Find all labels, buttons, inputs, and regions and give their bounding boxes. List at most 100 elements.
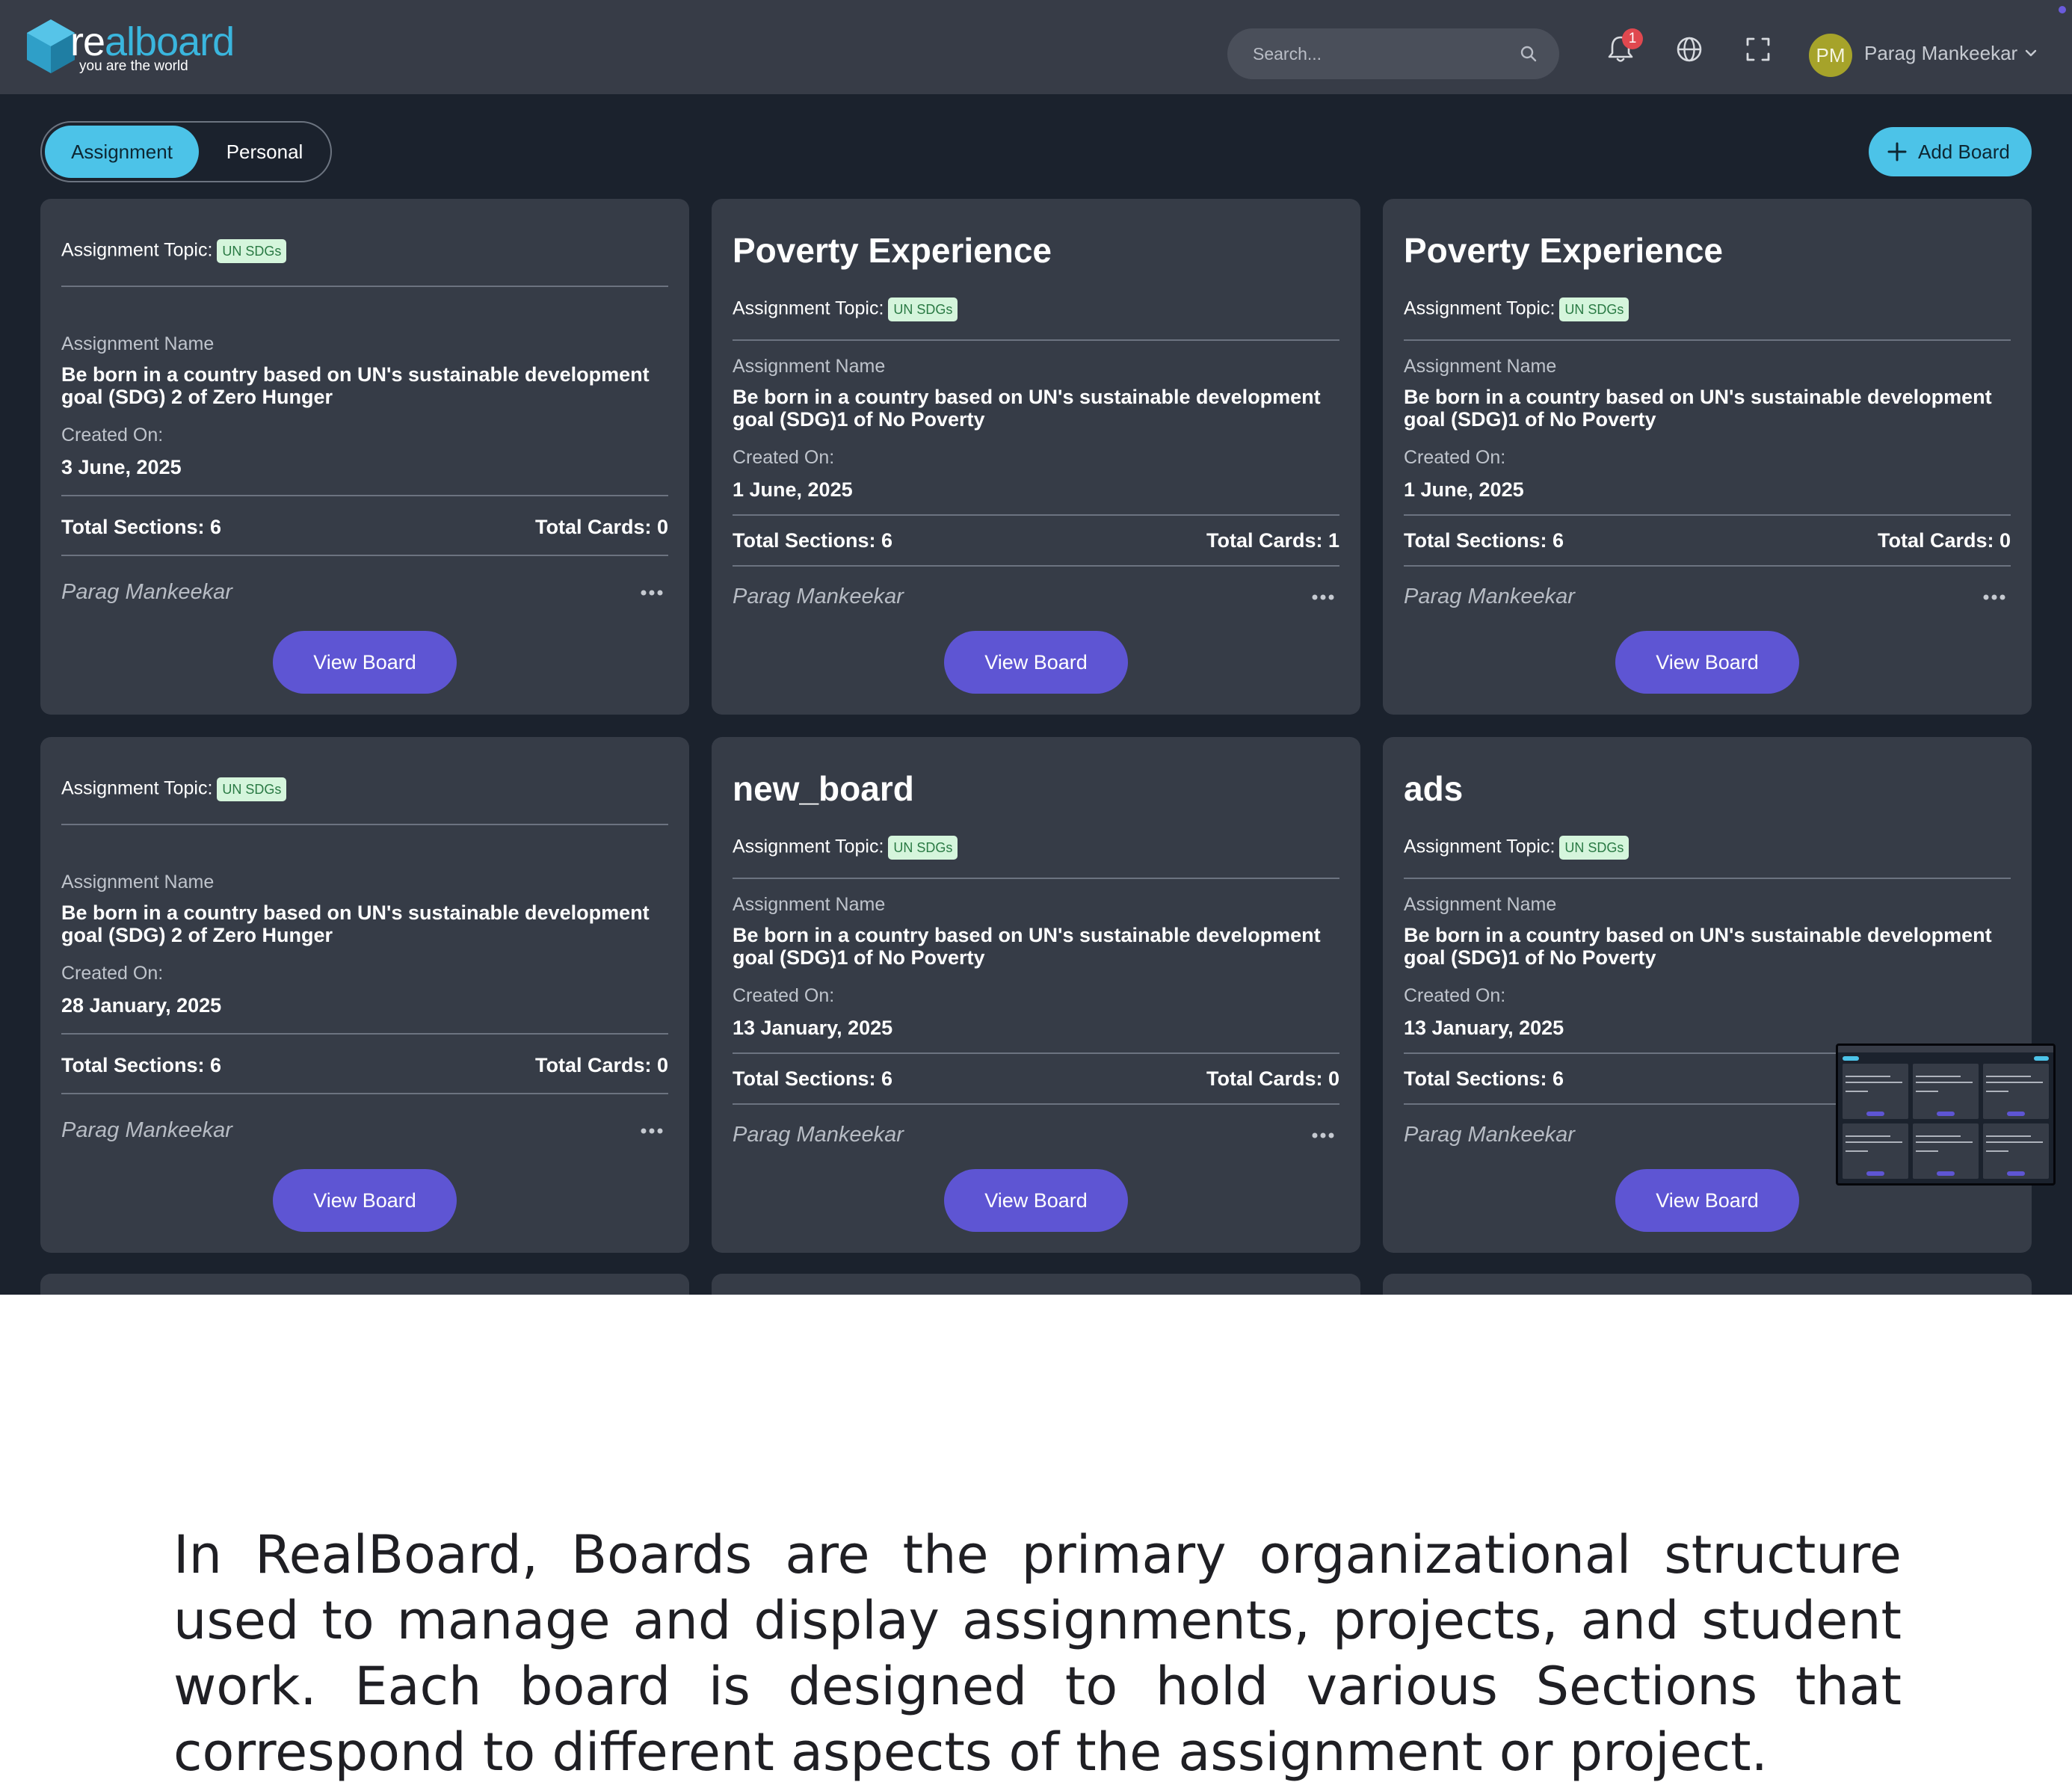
board-card[interactable]: new_board Assignment Topic: UN SDGs Assignm… [712, 737, 1360, 1253]
description-caption: In RealBoard, Boards are the primary org… [173, 1524, 1902, 1783]
board-title: Poverty Experience [733, 231, 1052, 270]
topic-badge: UN SDGs [1559, 836, 1629, 860]
divider [1404, 339, 2011, 341]
globe-icon[interactable] [1673, 33, 1706, 66]
topic-badge: UN SDGs [888, 836, 958, 860]
divider [733, 514, 1339, 516]
topic-badge: UN SDGs [217, 239, 287, 263]
user-name[interactable]: Parag Mankeekar [1864, 42, 2017, 65]
created-on-date: 13 January, 2025 [733, 1017, 893, 1039]
created-on-date: 28 January, 2025 [61, 994, 222, 1017]
board-card[interactable]: Assignment Topic: UN SDGs Assignment Name B… [40, 199, 689, 715]
notification-badge: 1 [1622, 28, 1643, 49]
total-cards: Total Cards: 0 [1206, 1067, 1339, 1090]
add-board-button[interactable]: Add Board [1869, 127, 2032, 176]
created-on-date: 1 June, 2025 [733, 478, 853, 501]
divider [1404, 878, 2011, 879]
assignment-name: Be born in a country based on UN's susta… [733, 386, 1321, 431]
board-owner: Parag Mankeekar [1404, 1123, 1575, 1147]
chevron-down-icon[interactable] [2024, 48, 2038, 58]
assignment-topic-row: Assignment Topic: UN SDGs [61, 239, 287, 263]
board-type-toggle: Assignment Personal [40, 121, 332, 182]
more-options-icon[interactable] [1982, 594, 2006, 601]
assignment-name: Be born in a country based on UN's susta… [733, 924, 1321, 969]
created-on-date: 13 January, 2025 [1404, 1017, 1564, 1039]
assignment-name: Be born in a country based on UN's susta… [61, 901, 650, 946]
search-input[interactable] [1253, 28, 1507, 79]
user-avatar[interactable]: PM [1809, 34, 1852, 77]
created-on-date: 1 June, 2025 [1404, 478, 1524, 501]
total-sections: Total Sections: 6 [1404, 1067, 1564, 1090]
board-card-partial[interactable] [40, 1274, 689, 1295]
divider [1404, 514, 2011, 516]
more-options-icon[interactable] [1311, 594, 1335, 601]
assignment-name-label: Assignment Name [733, 356, 886, 377]
board-owner: Parag Mankeekar [733, 585, 904, 608]
created-on-label: Created On: [1404, 447, 1506, 468]
assignment-name-label: Assignment Name [1404, 356, 1557, 377]
topic-badge: UN SDGs [217, 777, 287, 801]
assignment-topic-label: Assignment Topic: [1404, 298, 1555, 319]
topic-badge: UN SDGs [1559, 298, 1629, 321]
view-board-button[interactable]: View Board [1615, 631, 1799, 694]
board-card-partial[interactable] [1383, 1274, 2032, 1295]
realboard-logo[interactable]: realboard you are the world [24, 18, 235, 78]
more-options-icon[interactable] [640, 1127, 664, 1135]
more-options-icon[interactable] [1311, 1132, 1335, 1139]
divider [61, 1033, 668, 1035]
board-card-partial[interactable] [712, 1274, 1360, 1295]
divider [733, 878, 1339, 879]
total-sections: Total Sections: 6 [61, 1054, 222, 1076]
created-on-label: Created On: [61, 425, 164, 446]
total-sections: Total Sections: 6 [733, 529, 893, 552]
total-cards: Total Cards: 0 [534, 516, 668, 538]
board-card[interactable]: Poverty Experience Assignment Topic: UN SD… [1383, 199, 2032, 715]
view-board-button[interactable]: View Board [1615, 1169, 1799, 1232]
more-options-icon[interactable] [640, 589, 664, 596]
board-owner: Parag Mankeekar [733, 1123, 904, 1147]
created-on-date: 3 June, 2025 [61, 456, 182, 478]
app-window: realboard you are the world 1 PM Parag M… [0, 0, 2072, 1295]
tab-assignment[interactable]: Assignment [45, 126, 199, 178]
assignment-topic-label: Assignment Topic: [733, 298, 884, 319]
created-on-label: Created On: [1404, 985, 1506, 1006]
total-sections: Total Sections: 6 [1404, 529, 1564, 552]
status-dot [2059, 6, 2066, 13]
search-icon[interactable] [1519, 44, 1538, 64]
assignment-topic-row: Assignment Topic: UN SDGs [1404, 836, 1629, 860]
created-on-label: Created On: [61, 963, 164, 984]
logo-wordmark: realboard [70, 19, 235, 64]
total-sections: Total Sections: 6 [733, 1067, 893, 1090]
created-on-label: Created On: [733, 985, 835, 1006]
divider [61, 824, 668, 825]
board-card[interactable]: Assignment Topic: UN SDGs Assignment Name B… [40, 737, 689, 1253]
assignment-name: Be born in a country based on UN's susta… [61, 363, 650, 408]
view-board-button[interactable]: View Board [944, 631, 1128, 694]
topic-badge: UN SDGs [888, 298, 958, 321]
view-board-button[interactable]: View Board [273, 1169, 457, 1232]
total-cards: Total Cards: 1 [1206, 529, 1339, 552]
screen-preview-thumbnail [1836, 1043, 2056, 1186]
board-card[interactable]: Poverty Experience Assignment Topic: UN SD… [712, 199, 1360, 715]
divider [61, 555, 668, 556]
preview-image [1838, 1046, 2053, 1183]
fullscreen-icon[interactable] [1742, 33, 1775, 66]
board-owner: Parag Mankeekar [1404, 585, 1575, 608]
board-title: ads [1404, 769, 1464, 808]
assignment-name-label: Assignment Name [1404, 894, 1557, 915]
logo-tagline: you are the world [79, 58, 188, 74]
assignment-topic-row: Assignment Topic: UN SDGs [1404, 298, 1629, 321]
plus-icon [1887, 142, 1907, 161]
add-board-label: Add Board [1918, 141, 2010, 163]
tab-personal[interactable]: Personal [202, 126, 327, 178]
search-box[interactable] [1227, 28, 1559, 79]
assignment-topic-label: Assignment Topic: [1404, 836, 1555, 857]
assignment-name-label: Assignment Name [61, 872, 215, 893]
board-owner: Parag Mankeekar [61, 1118, 232, 1142]
assignment-topic-row: Assignment Topic: UN SDGs [61, 777, 287, 801]
assignment-topic-row: Assignment Topic: UN SDGs [733, 298, 958, 321]
view-board-button[interactable]: View Board [944, 1169, 1128, 1232]
assignment-name: Be born in a country based on UN's susta… [1404, 924, 1992, 969]
view-board-button[interactable]: View Board [273, 631, 457, 694]
assignment-topic-label: Assignment Topic: [733, 836, 884, 857]
